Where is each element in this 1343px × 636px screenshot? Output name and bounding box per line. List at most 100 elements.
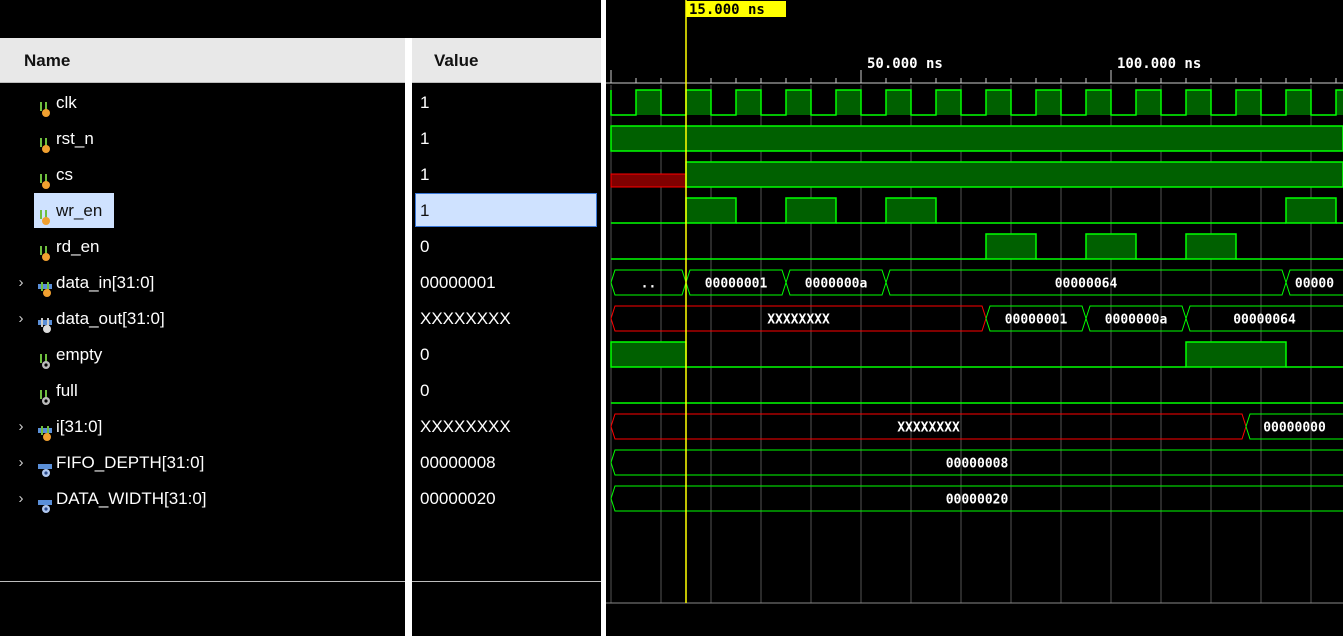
signal-value-row[interactable]: 0 (412, 373, 601, 409)
signal-value: 00000020 (420, 489, 496, 508)
data_out-bus-value: 00000001 (1005, 313, 1068, 328)
wr_en-high-segment[interactable] (785, 197, 837, 224)
clk-high-fill (886, 90, 911, 115)
clk-high-fill (636, 90, 661, 115)
signal-value-row[interactable]: 1 (412, 85, 601, 121)
DATA_WIDTH-bus-value: 00000020 (946, 493, 1009, 508)
bus-signal-icon (37, 275, 53, 297)
clk-high-fill (1036, 90, 1061, 115)
signal-row-wr_en[interactable]: wr_en (0, 193, 405, 229)
cursor-time-label: 15.000 ns (689, 2, 765, 18)
signal-value-row[interactable]: 00000008 (412, 445, 601, 481)
empty-high-segment[interactable] (1185, 341, 1287, 368)
signal-value: 1 (420, 201, 430, 220)
scroll-divider (0, 581, 405, 582)
wr_en-high-segment[interactable] (685, 197, 737, 224)
signal-value-row[interactable]: 1 (412, 157, 601, 193)
rd_en-high-segment[interactable] (985, 233, 1037, 260)
signal-row-data_in[interactable]: › data_in[31:0] (0, 265, 405, 301)
signal-name: data_in[31:0] (56, 273, 155, 292)
clk-high-fill (1336, 90, 1343, 115)
bus-output-icon (37, 311, 53, 333)
signal-name: data_out[31:0] (56, 309, 165, 328)
expand-chevron-icon[interactable]: › (14, 409, 28, 445)
expand-chevron-icon[interactable]: › (14, 481, 28, 517)
clk-high-fill (936, 90, 961, 115)
rd_en-high-segment[interactable] (1085, 233, 1137, 260)
clk-high-fill (786, 90, 811, 115)
signal-value-row[interactable]: XXXXXXXX (412, 301, 601, 337)
signal-row-data_width[interactable]: › DATA_WIDTH[31:0] (0, 481, 405, 517)
signal-name: full (56, 381, 78, 400)
signal-name: DATA_WIDTH[31:0] (56, 489, 207, 508)
expand-chevron-icon[interactable]: › (14, 301, 28, 337)
signal-value-row[interactable]: 0 (412, 337, 601, 373)
signal-row-fifo_depth[interactable]: › FIFO_DEPTH[31:0] (0, 445, 405, 481)
signal-name: i[31:0] (56, 417, 103, 436)
signal-value-row[interactable]: 1 (412, 193, 601, 229)
clk-high-fill (1236, 90, 1261, 115)
bus-signal-icon (37, 419, 53, 441)
empty-high-segment[interactable] (610, 341, 687, 368)
signal-row-data_out[interactable]: › data_out[31:0] (0, 301, 405, 337)
data_in-bus-value: 00000064 (1055, 277, 1118, 292)
rst_n-high-segment[interactable] (610, 125, 1343, 152)
expand-chevron-icon[interactable]: › (14, 265, 28, 301)
signal-value-row[interactable]: 00000001 (412, 265, 601, 301)
signal-row-rd_en[interactable]: rd_en (0, 229, 405, 265)
signal-value: 1 (420, 165, 430, 184)
wr_en-high-segment[interactable] (1285, 197, 1337, 224)
bit-signal-icon (37, 95, 53, 117)
clk-high-fill (1186, 90, 1211, 115)
signal-value-row[interactable]: 0 (412, 229, 601, 265)
data_out-bus-value: 0000000a (1105, 313, 1168, 328)
signal-name: wr_en (56, 201, 103, 220)
signal-name: FIFO_DEPTH[31:0] (56, 453, 205, 472)
signal-value-row[interactable]: 1 (412, 121, 601, 157)
expand-chevron-icon[interactable]: › (14, 445, 28, 481)
bit-output-icon (37, 383, 53, 405)
signal-row-rst_n[interactable]: rst_n (0, 121, 405, 157)
bit-signal-icon (37, 167, 53, 189)
signal-row-i[interactable]: › i[31:0] (0, 409, 405, 445)
scroll-divider (412, 581, 601, 582)
clk-high-fill (1086, 90, 1111, 115)
clk-waveform[interactable] (610, 89, 1343, 116)
FIFO_DEPTH-bus-value: 00000008 (946, 457, 1009, 472)
signal-row-cs[interactable]: cs (0, 157, 405, 193)
waveform-viewer[interactable]: 50.000 ns100.000 ns150..000000010000000a… (606, 0, 1343, 636)
pane-divider[interactable] (405, 38, 412, 636)
signal-row-clk[interactable]: clk (0, 85, 405, 121)
parameter-icon (37, 455, 53, 477)
wr_en-high-segment[interactable] (885, 197, 937, 224)
bit-signal-icon (37, 239, 53, 261)
signal-value: 0 (420, 381, 430, 400)
time-tick-label: 50.000 ns (867, 56, 943, 72)
clk-high-fill (686, 90, 711, 115)
rd_en-high-segment[interactable] (1185, 233, 1237, 260)
data_out-bus-value: 00000064 (1233, 313, 1296, 328)
signal-value-row[interactable]: XXXXXXXX (412, 409, 601, 445)
bit-output-icon (37, 347, 53, 369)
value-column-header[interactable]: Value (412, 38, 601, 83)
clk-high-fill (1136, 90, 1161, 115)
signal-row-full[interactable]: full (0, 373, 405, 409)
parameter-icon (37, 491, 53, 513)
bit-signal-icon (37, 203, 53, 225)
signal-value: XXXXXXXX (420, 309, 511, 328)
signal-name: empty (56, 345, 103, 364)
name-column-header[interactable]: Name (0, 38, 405, 83)
data_in-bus-value: 00000001 (705, 277, 768, 292)
signal-value-row[interactable]: 00000020 (412, 481, 601, 517)
signal-name: cs (56, 165, 73, 184)
data_out-bus-value: XXXXXXXX (767, 313, 830, 328)
cs-unknown-segment[interactable] (610, 173, 687, 188)
data_in-bus-value: .. (641, 277, 657, 292)
clk-high-fill (836, 90, 861, 115)
clk-high-fill (736, 90, 761, 115)
cs-high-segment[interactable] (685, 161, 1343, 188)
signal-name: rd_en (56, 237, 100, 256)
signal-row-empty[interactable]: empty (0, 337, 405, 373)
signal-value: 00000001 (420, 273, 496, 292)
signal-name: rst_n (56, 129, 94, 148)
